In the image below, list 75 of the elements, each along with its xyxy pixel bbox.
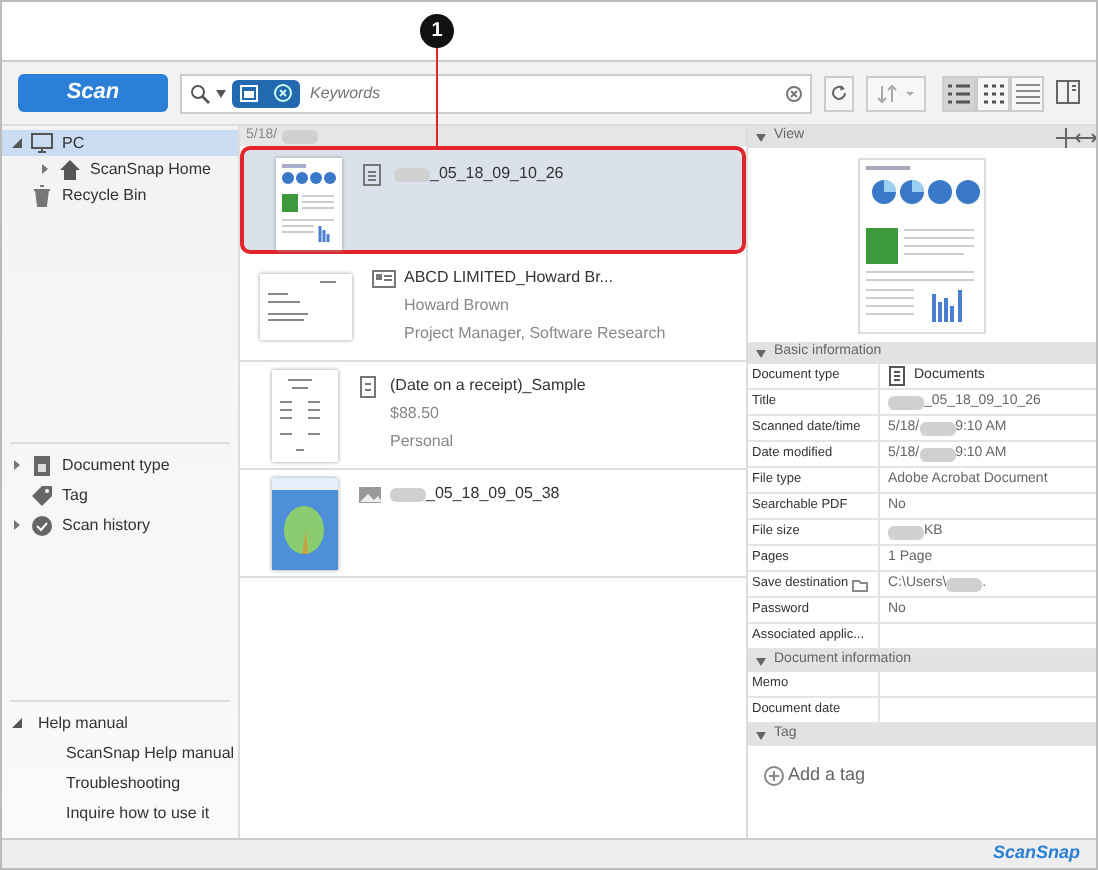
collapse-arrow-icon[interactable] [11, 718, 21, 728]
help-link[interactable]: ScanSnap Help manual [2, 740, 238, 766]
blurred-block [946, 577, 983, 591]
sidebar-item[interactable]: ScanSnap Home [2, 156, 238, 182]
help-link[interactable]: Inquire how to use it [2, 800, 238, 826]
record-item[interactable]: ABCD LIMITED_Howard Br... Howard Brown Project Manager, Software Research [240, 254, 746, 362]
expand-arrow-icon[interactable] [11, 460, 21, 470]
blurred-block [390, 487, 426, 501]
grid-view-icon [980, 81, 1006, 105]
collapse-arrow-icon [756, 133, 766, 141]
record-item[interactable]: _05_18_09_10_26 [240, 146, 746, 254]
record-title: (Date on a receipt)_Sample [390, 374, 586, 398]
blurred-block [394, 167, 430, 181]
add-tag-button[interactable]: Add a tag [764, 762, 866, 789]
sidebar-item[interactable]: Scan history [2, 512, 238, 538]
sidebar-item[interactable]: Document type [2, 452, 238, 478]
lines-view-icon [1014, 81, 1040, 105]
list-view-icon [946, 81, 972, 105]
help-manual-item[interactable]: Help manual [2, 710, 238, 736]
sidebar-item[interactable]: Recycle Bin [2, 182, 238, 208]
collapse-arrow-icon [756, 731, 766, 739]
fit-width-icon[interactable] [1076, 127, 1096, 147]
clear-icon[interactable] [786, 85, 802, 101]
record-detail: Howard Brown [402, 294, 511, 318]
record-title: _05_18_09_05_38 [426, 482, 560, 506]
record-title: _05_18_09_10_26 [430, 162, 564, 186]
caret-icon[interactable] [216, 89, 226, 97]
scansnap-logo: ScanSnap [992, 840, 1080, 867]
home-icon [58, 157, 82, 181]
view-button[interactable] [942, 75, 976, 111]
record-item[interactable]: _05_18_09_05_38 [240, 470, 746, 578]
move-icon[interactable] [1056, 127, 1076, 147]
view-button[interactable] [976, 75, 1010, 111]
refresh-icon [830, 84, 848, 102]
blurred-block [919, 447, 956, 461]
business-card-icon [372, 267, 396, 289]
sidebar-item[interactable]: Tag [2, 482, 238, 508]
pc-icon [30, 131, 54, 155]
blurred-block [281, 129, 318, 143]
view-button[interactable] [1010, 75, 1044, 111]
sort-icon [876, 83, 916, 103]
leader-line [436, 48, 438, 148]
collapse-arrow-icon[interactable] [11, 138, 21, 148]
expand-arrow-icon[interactable] [39, 164, 49, 174]
trash-icon [30, 183, 54, 207]
document-icon [362, 163, 386, 185]
record-detail: $88.50 [388, 402, 441, 426]
receipt-icon [358, 375, 382, 397]
blurred-block [919, 421, 956, 435]
add-icon [764, 765, 784, 786]
tree-picture-thumbnail [272, 478, 338, 570]
folder-icon[interactable] [852, 577, 869, 591]
clock-check-icon [30, 513, 54, 537]
collapse-arrow-icon [756, 349, 766, 357]
blurred-block [888, 395, 924, 409]
sidebar-item[interactable]: PC [2, 130, 238, 156]
collapse-arrow-icon [756, 657, 766, 665]
record-detail: Personal [388, 430, 456, 454]
calendar-icon [240, 84, 258, 102]
search-icon[interactable] [190, 83, 210, 103]
tag-icon [30, 483, 54, 507]
picture-icon [358, 483, 382, 505]
document-icon [888, 366, 906, 386]
date-filter-chip[interactable] [232, 79, 300, 107]
record-detail: Project Manager, Software Research [402, 322, 666, 346]
refresh-button[interactable] [824, 75, 854, 111]
record-title: ABCD LIMITED_Howard Br... [404, 266, 613, 290]
record-item[interactable]: (Date on a receipt)_Sample $88.50 Personal [240, 362, 746, 470]
document-type-icon [30, 453, 54, 477]
panel-toggle-icon[interactable] [1056, 80, 1080, 105]
help-link[interactable]: Troubleshooting [2, 770, 238, 796]
expand-arrow-icon[interactable] [11, 520, 21, 530]
search-field[interactable]: Keywords [180, 73, 812, 113]
scan-button[interactable]: Scan [18, 74, 168, 112]
blurred-block [888, 525, 924, 539]
